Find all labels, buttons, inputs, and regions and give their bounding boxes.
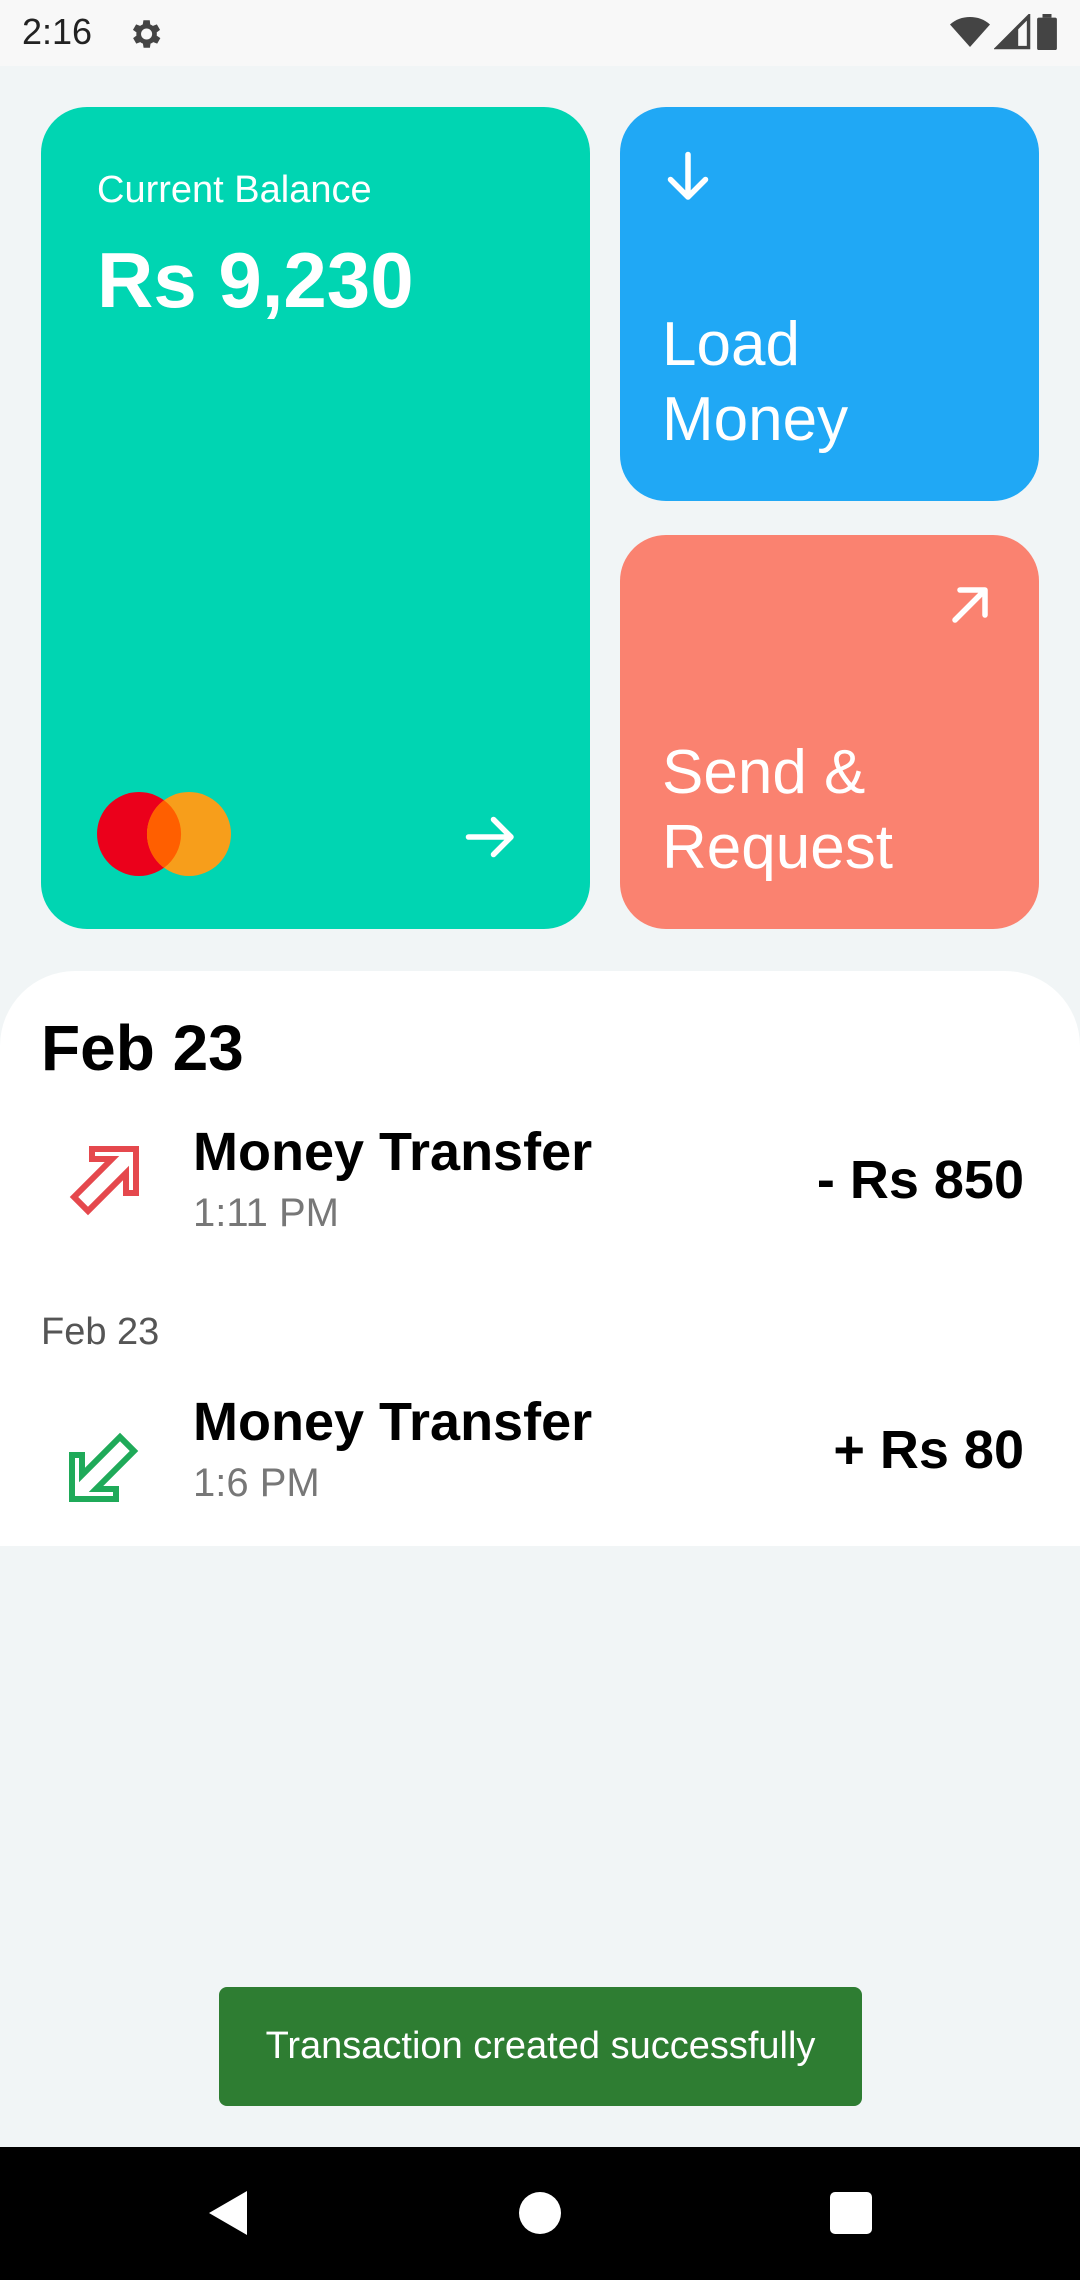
mastercard-logo xyxy=(97,792,231,876)
balance-card[interactable]: Current Balance Rs 9,230 xyxy=(41,107,590,929)
send-request-label: Send & Request xyxy=(662,738,893,882)
incoming-arrow-icon xyxy=(69,1432,139,1502)
transaction-title: Money Transfer xyxy=(193,1122,593,1182)
back-icon[interactable] xyxy=(203,2187,253,2239)
transaction-amount: + Rs 80 xyxy=(833,1420,1024,1480)
outgoing-arrow-icon xyxy=(69,1146,139,1216)
gear-icon xyxy=(132,20,161,48)
wifi-icon xyxy=(950,17,990,47)
transactions-date-subheading: Feb 23 xyxy=(41,1311,160,1353)
battery-icon xyxy=(1037,14,1057,50)
send-request-button[interactable]: Send & Request xyxy=(620,535,1039,929)
home-icon[interactable] xyxy=(519,2192,561,2234)
arrow-down-icon xyxy=(667,151,709,200)
transactions-panel: Feb 23 Money Transfer 1:11 PM - Rs 850 F… xyxy=(0,971,1080,1546)
balance-amount: Rs 9,230 xyxy=(97,236,414,324)
arrow-right-icon[interactable] xyxy=(461,807,521,867)
balance-label: Current Balance xyxy=(97,169,372,211)
arrow-up-right-icon xyxy=(952,587,988,623)
snackbar-message: Transaction created successfully xyxy=(265,2025,816,2067)
transactions-date-heading: Feb 23 xyxy=(41,1012,244,1084)
status-icons xyxy=(950,14,1058,50)
success-snackbar: Transaction created successfully xyxy=(219,1987,862,2106)
transaction-row[interactable]: Money Transfer 1:6 PM + Rs 80 xyxy=(0,1391,1080,1521)
transaction-title: Money Transfer xyxy=(193,1392,593,1452)
system-nav-bar xyxy=(0,2147,1080,2280)
transaction-time: 1:11 PM xyxy=(193,1191,339,1235)
load-money-label: Load Money xyxy=(662,310,849,454)
recents-icon[interactable] xyxy=(830,2192,872,2234)
status-time: 2:16 xyxy=(22,11,93,52)
signal-icon xyxy=(994,14,1031,50)
status-bar: 2:16 xyxy=(0,0,1080,66)
transaction-time: 1:6 PM xyxy=(193,1461,320,1505)
transaction-row[interactable]: Money Transfer 1:11 PM - Rs 850 xyxy=(0,1121,1080,1251)
transaction-amount: - Rs 850 xyxy=(816,1150,1024,1210)
load-money-button[interactable]: Load Money xyxy=(620,107,1039,501)
